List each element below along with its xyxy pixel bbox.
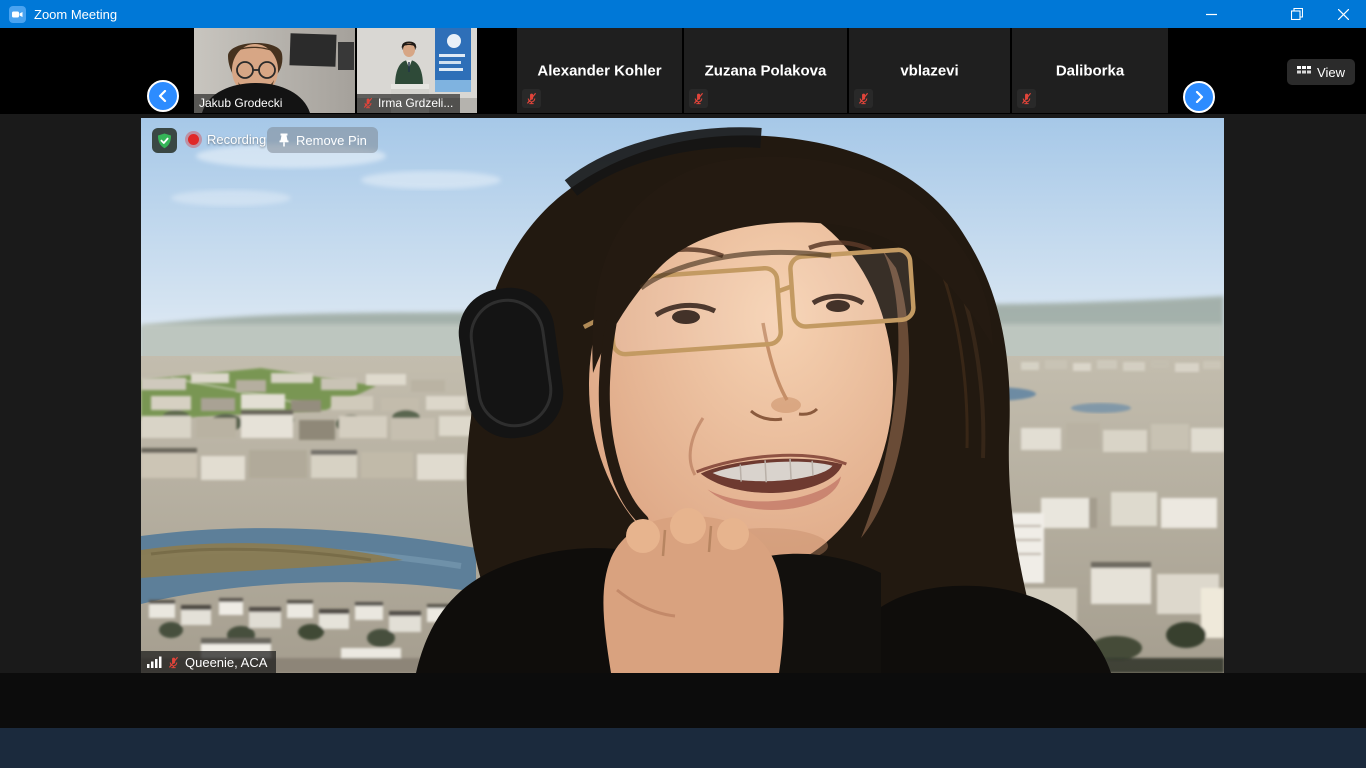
window-title: Zoom Meeting — [34, 7, 117, 22]
participant-name: Daliborka — [1012, 62, 1168, 79]
pin-icon — [278, 133, 290, 147]
speaker-name-label: Queenie, ACA — [141, 651, 276, 673]
mute-indicator — [522, 89, 541, 108]
mic-off-icon — [692, 92, 705, 105]
participant-tile-jakub[interactable]: Jakub Grodecki — [194, 28, 355, 113]
mute-indicator — [854, 89, 873, 108]
windows-taskbar: W T O N x — [0, 728, 1366, 768]
participant-name-label: Irma Grdzeli... — [357, 94, 460, 113]
recording-label: Recording — [207, 132, 266, 147]
participant-name: vblazevi — [849, 62, 1010, 79]
mute-indicator — [689, 89, 708, 108]
mic-off-icon — [857, 92, 870, 105]
participant-tile-irma[interactable]: Irma Grdzeli... — [357, 28, 477, 113]
mic-off-icon — [362, 97, 374, 109]
recording-indicator-icon — [188, 134, 199, 145]
participant-tile-vblazevi[interactable]: vblazevi — [849, 28, 1010, 113]
participant-name: Jakub Grodecki — [199, 96, 282, 110]
restore-button[interactable] — [1274, 0, 1320, 28]
security-shield-button[interactable] — [152, 128, 177, 153]
previous-participants-button[interactable] — [147, 80, 179, 112]
participant-filmstrip: Jakub Grodecki — [0, 28, 1366, 114]
meeting-toolbar: Unmute Stop Video 31 Participants — [0, 673, 1366, 728]
grid-view-icon — [1297, 66, 1311, 78]
participant-tile-alexander[interactable]: Alexander Kohler — [517, 28, 682, 113]
shield-check-icon — [157, 133, 172, 149]
participant-name: Alexander Kohler — [517, 62, 682, 79]
mute-indicator — [1017, 89, 1036, 108]
view-button-label: View — [1317, 65, 1345, 80]
mic-off-icon — [525, 92, 538, 105]
participant-name: Zuzana Polakova — [684, 62, 847, 79]
participant-tile-daliborka[interactable]: Daliborka — [1012, 28, 1168, 113]
chevron-left-icon — [157, 90, 169, 102]
participant-tile-zuzana[interactable]: Zuzana Polakova — [684, 28, 847, 113]
pinned-speaker-video[interactable] — [141, 118, 1224, 673]
zoom-meeting-window: Zoom Meeting — [0, 0, 1366, 768]
speaker-video-scene — [141, 118, 1224, 673]
mic-off-icon — [167, 656, 180, 669]
minimize-button[interactable] — [1188, 0, 1234, 28]
zoom-app-icon — [9, 6, 26, 23]
speaker-name: Queenie, ACA — [185, 655, 267, 670]
view-button[interactable]: View — [1287, 59, 1355, 85]
remove-pin-button[interactable]: Remove Pin — [267, 127, 378, 153]
remove-pin-label: Remove Pin — [296, 133, 367, 148]
next-participants-button[interactable] — [1183, 81, 1215, 113]
titlebar: Zoom Meeting — [0, 0, 1366, 28]
participant-name: Irma Grdzeli... — [378, 96, 453, 110]
participant-name-label: Jakub Grodecki — [194, 94, 289, 113]
signal-strength-icon — [147, 656, 162, 668]
mic-off-icon — [1020, 92, 1033, 105]
close-button[interactable] — [1320, 0, 1366, 28]
chevron-right-icon — [1193, 91, 1205, 103]
